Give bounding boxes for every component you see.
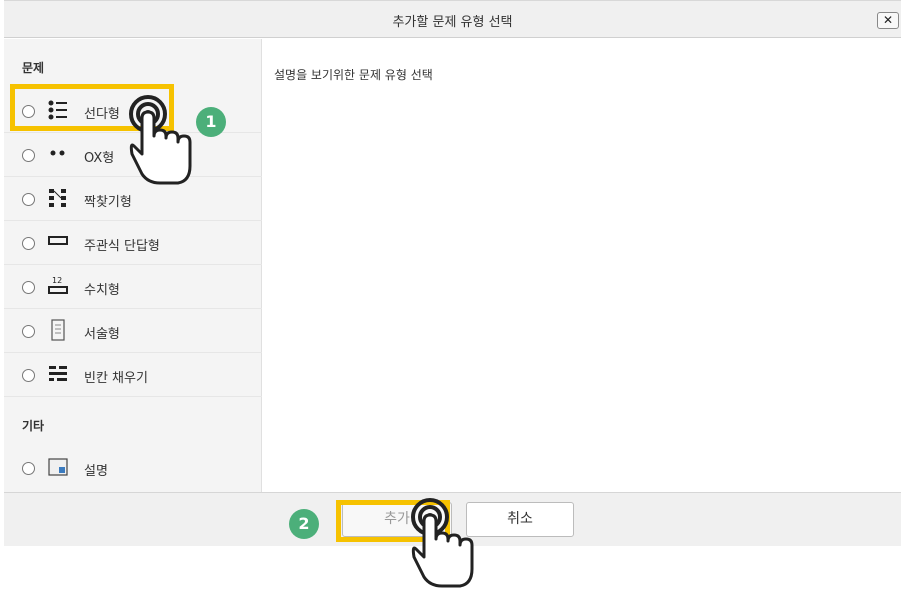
type-label: 빈칸 채우기 <box>84 371 148 386</box>
true-false-icon <box>50 150 65 156</box>
essay-icon <box>51 319 65 341</box>
dialog-title: 추가할 문제 유형 선택 <box>392 15 513 30</box>
radio-button[interactable] <box>22 462 35 475</box>
section-questions-heading: 문제 <box>22 61 45 75</box>
click-hand-icon-2 <box>411 498 474 588</box>
question-type-dialog: 추가할 문제 유형 선택 ✕ 문제 선다형 OX형 짝찾기형 주관식 단답형 1… <box>4 0 901 548</box>
dialog-titlebar: 추가할 문제 유형 선택 ✕ <box>4 0 901 38</box>
close-button[interactable]: ✕ <box>877 12 899 29</box>
type-label: OX형 <box>84 151 115 166</box>
type-label: 짝찾기형 <box>84 195 132 210</box>
short-answer-icon <box>48 236 68 245</box>
radio-button[interactable] <box>22 149 35 162</box>
step2-badge: 2 <box>289 509 319 539</box>
type-option-fill-blank[interactable]: 빈칸 채우기 <box>4 353 262 397</box>
click-hand-icon <box>129 95 192 185</box>
section-other-heading: 기타 <box>22 419 45 433</box>
type-option-essay[interactable]: 서술형 <box>4 309 262 353</box>
type-option-numerical[interactable]: 12 수치형 <box>4 265 262 309</box>
radio-button[interactable] <box>22 325 35 338</box>
step1-badge: 1 <box>196 107 226 137</box>
type-label: 수치형 <box>84 283 120 298</box>
type-label: 설명 <box>84 464 108 479</box>
matching-icon <box>49 189 66 207</box>
radio-button[interactable] <box>22 281 35 294</box>
radio-button[interactable] <box>22 237 35 250</box>
radio-button[interactable] <box>22 193 35 206</box>
type-description: 설명을 보기위한 문제 유형 선택 <box>274 68 433 82</box>
description-icon <box>48 458 68 476</box>
type-label: 서술형 <box>84 327 120 342</box>
svg-text:12: 12 <box>52 276 62 285</box>
numerical-icon: 12 <box>48 276 68 294</box>
cancel-button[interactable]: 취소 <box>466 502 574 537</box>
type-label: 주관식 단답형 <box>84 239 160 254</box>
type-option-short-answer[interactable]: 주관식 단답형 <box>4 221 262 265</box>
fill-blank-icon <box>49 366 67 381</box>
type-option-description[interactable]: 설명 <box>4 446 262 490</box>
radio-button[interactable] <box>22 369 35 382</box>
